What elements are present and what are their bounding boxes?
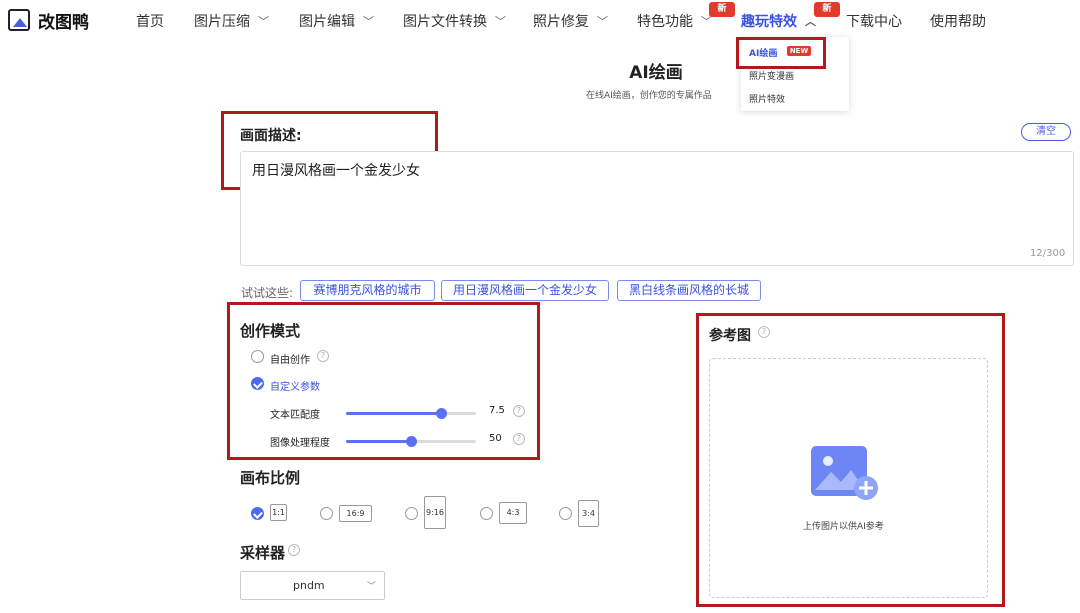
nav-home[interactable]: 首页	[136, 11, 164, 31]
chevron-down-icon: ﹀	[597, 15, 608, 28]
creation-mode-label: 创作模式	[240, 322, 301, 340]
clear-button[interactable]: 清空	[1021, 123, 1071, 141]
dropdown-item-photo-effects[interactable]: 照片特效	[749, 92, 785, 105]
new-badge: 新	[709, 2, 735, 17]
suggestion-chip[interactable]: 赛博朋克风格的城市	[300, 280, 435, 301]
reference-label: 参考图	[709, 328, 751, 344]
slider-value-text-match: 7.5	[489, 405, 505, 416]
upload-hint: 上传图片以供AI参考	[803, 522, 884, 532]
slider-knob[interactable]	[406, 436, 417, 447]
description-label: 画面描述:	[240, 128, 302, 144]
slider-label-text-match: 文本匹配度	[270, 410, 320, 421]
option-free-creation[interactable]: 自由创作	[270, 351, 310, 366]
help-icon[interactable]: ?	[317, 350, 329, 362]
slider-image-strength[interactable]	[346, 436, 476, 447]
slider-value-image-strength: 50	[489, 433, 502, 444]
nav-image-compress[interactable]: 图片压缩 ﹀	[194, 11, 269, 31]
try-label: 试试这些:	[241, 286, 294, 300]
sampler-select[interactable]: pndm ﹀	[240, 571, 385, 600]
radio-ratio-1-1[interactable]	[251, 507, 264, 520]
suggestion-chip[interactable]: 用日漫风格画一个金发少女	[441, 280, 609, 301]
radio-ratio-4-3[interactable]	[480, 507, 493, 520]
nav-download-center[interactable]: 下载中心	[846, 11, 902, 31]
ratio-9-16[interactable]: 9:16	[424, 496, 446, 529]
help-icon[interactable]: ?	[513, 433, 525, 445]
sampler-label: 采样器	[240, 544, 286, 562]
logo-icon[interactable]	[8, 9, 30, 31]
nav-fun-effects[interactable]: 趣玩特效 ︿	[741, 11, 816, 31]
radio-free-creation[interactable]	[251, 350, 264, 363]
page-subtitle: 在线AI绘画，创作您的专属作品	[586, 91, 712, 101]
radio-ratio-3-4[interactable]	[559, 507, 572, 520]
help-icon[interactable]: ?	[513, 405, 525, 417]
description-text: 用日漫风格画一个金发少女	[252, 163, 420, 179]
sampler-value: pndm	[293, 579, 325, 592]
radio-ratio-16-9[interactable]	[320, 507, 333, 520]
chevron-down-icon: ﹀	[363, 15, 374, 28]
chevron-down-icon: ﹀	[258, 15, 269, 28]
ratio-4-3[interactable]: 4:3	[499, 502, 527, 524]
radio-ratio-9-16[interactable]	[405, 507, 418, 520]
nav-image-edit[interactable]: 图片编辑 ﹀	[299, 11, 374, 31]
slider-fill	[346, 440, 411, 443]
option-custom-params[interactable]: 自定义参数	[270, 378, 320, 393]
ratio-1-1[interactable]: 1:1	[270, 504, 287, 521]
suggestion-chip[interactable]: 黑白线条画风格的长城	[617, 280, 761, 301]
page-title: AI绘画	[629, 63, 683, 83]
slider-fill	[346, 412, 441, 415]
help-icon[interactable]: ?	[288, 544, 300, 556]
slider-knob[interactable]	[435, 408, 447, 419]
char-count: 12/300	[1030, 248, 1066, 259]
nav-features[interactable]: 特色功能 ﹀	[637, 11, 712, 31]
chevron-down-icon: ﹀	[366, 582, 376, 592]
nav-help[interactable]: 使用帮助	[930, 11, 986, 31]
new-badge: 新	[814, 2, 840, 17]
ratio-16-9[interactable]: 16:9	[339, 505, 372, 522]
chevron-down-icon: ﹀	[495, 15, 506, 28]
radio-custom-params[interactable]	[251, 377, 264, 390]
help-icon[interactable]: ?	[758, 326, 770, 338]
canvas-ratio-label: 画布比例	[240, 469, 301, 487]
slider-label-image-strength: 图像处理程度	[270, 438, 330, 449]
upload-image-icon[interactable]	[811, 446, 879, 501]
logo-text[interactable]: 改图鸭	[38, 8, 89, 33]
ratio-3-4[interactable]: 3:4	[578, 500, 599, 527]
slider-text-match[interactable]	[346, 408, 476, 419]
nav-file-convert[interactable]: 图片文件转换 ﹀	[403, 11, 506, 31]
nav-photo-repair[interactable]: 照片修复 ﹀	[533, 11, 608, 31]
